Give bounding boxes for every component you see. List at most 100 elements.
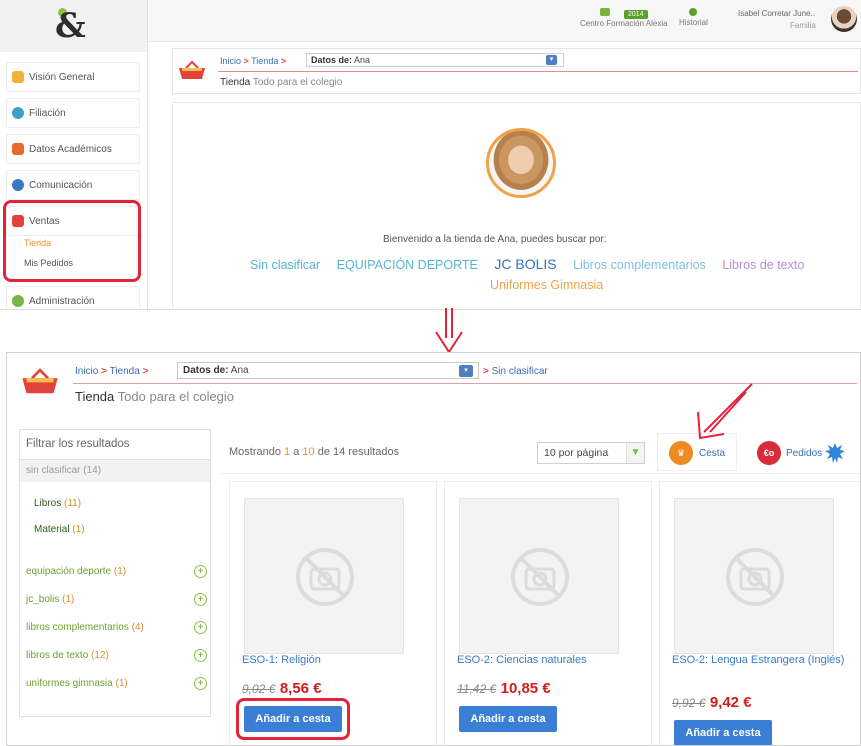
year-badge: 2014: [624, 10, 648, 19]
breadcrumb-tienda[interactable]: Tienda: [110, 366, 140, 377]
historial-button[interactable]: Historial: [679, 8, 708, 27]
results-suffix: resultados: [348, 446, 400, 458]
sidebar-item-label: Visión General: [29, 72, 95, 83]
expand-plus-icon[interactable]: +: [194, 649, 207, 662]
category-link-sin-clasificar[interactable]: Sin clasificar: [250, 258, 320, 272]
sidebar-item-label: Filiación: [29, 108, 66, 119]
filter-category-libros-de-texto[interactable]: libros de texto (12): [26, 650, 109, 661]
down-arrow-icon: [435, 308, 463, 354]
product-image-placeholder[interactable]: [459, 498, 619, 654]
datos-label: Datos de:: [183, 365, 229, 376]
datos-de-select[interactable]: Datos de: Ana: [177, 362, 479, 379]
filter-sub-label: Material: [34, 524, 70, 535]
select-arrow-icon[interactable]: ▾: [459, 365, 473, 377]
expand-plus-icon[interactable]: +: [194, 621, 207, 634]
filter-category-label: libros de texto: [26, 650, 89, 661]
filter-sub-label: Libros: [34, 498, 62, 509]
filter-category-uniformes-gimnasia[interactable]: uniformes gimnasia (1): [26, 678, 128, 689]
filter-count: (1): [113, 566, 127, 577]
no-photo-icon: [511, 548, 569, 606]
expand-plus-icon[interactable]: +: [194, 593, 207, 606]
breadcrumb: Inicio > Tienda >: [75, 366, 148, 377]
sidebar-item-label: Comunicación: [29, 180, 93, 191]
filter-sub-material[interactable]: Material (1): [34, 524, 85, 535]
filter-count: (1): [72, 524, 85, 535]
home-icon: [12, 71, 24, 83]
per-page-value: 10 por página: [544, 447, 609, 459]
breadcrumb-inicio[interactable]: Inicio: [220, 56, 241, 66]
category-link-libros-complementarios[interactable]: Libros complementarios: [573, 258, 706, 272]
breadcrumb-separator: >: [101, 366, 107, 377]
centro-button[interactable]: 2014 Centro Formación Alexia: [580, 8, 668, 28]
category-link-uniformes-gimnasia[interactable]: Uniformes Gimnasia: [490, 278, 603, 292]
page-subtitle: Todo para el colegio: [117, 389, 235, 404]
sidebar-item-datos-academicos[interactable]: Datos Académicos: [6, 134, 140, 164]
product-price: 9,92 € 9,42 €: [672, 694, 752, 712]
user-name[interactable]: Isabel Corretar June..: [738, 9, 815, 18]
filter-category-equipacion-deporte[interactable]: equipación deporte (1): [26, 566, 126, 577]
expand-plus-icon[interactable]: +: [194, 677, 207, 690]
filter-panel: Filtrar los resultados sin clasificar (1…: [19, 429, 211, 717]
top-screenshot: & 2014 Centro Formación Alexia Historial…: [0, 0, 861, 310]
filter-category-libros-complementarios[interactable]: libros complementarios (4): [26, 622, 144, 633]
basket-icon: [179, 60, 205, 79]
top-toolbar: [148, 0, 861, 42]
product-title[interactable]: ESO-2: Ciencias naturales: [457, 654, 647, 666]
old-price: 11,42 €: [457, 682, 497, 696]
filter-sin-clasificar[interactable]: sin clasificar (14): [20, 460, 210, 482]
expand-plus-icon[interactable]: +: [194, 565, 207, 578]
add-to-cart-button[interactable]: Añadir a cesta: [674, 720, 772, 745]
results-to: 10: [302, 446, 315, 458]
datos-value: Ana: [354, 55, 371, 65]
category-link-libros-de-texto[interactable]: Libros de texto: [722, 258, 804, 272]
logo[interactable]: &: [55, 6, 86, 46]
breadcrumb: Inicio > Tienda >: [220, 56, 286, 66]
graduation-cap-icon: [12, 143, 24, 155]
product-card: ESO-2: Ciencias naturales 11,42 € 10,85 …: [444, 481, 652, 745]
datos-value: Ana: [230, 365, 249, 376]
sidebar-item-vision-general[interactable]: Visión General: [6, 62, 140, 92]
product-price: 11,42 € 10,85 €: [457, 680, 551, 698]
filter-sub-libros[interactable]: Libros (11): [34, 498, 81, 509]
add-to-cart-button[interactable]: Añadir a cesta: [459, 706, 557, 732]
filter-count: (1): [62, 594, 75, 605]
pending-badge-icon: [825, 443, 845, 463]
product-image-placeholder[interactable]: [674, 498, 834, 654]
category-link-jc-bolis[interactable]: JC BOLIS: [494, 256, 556, 272]
old-price: 9,92 €: [672, 696, 706, 710]
pedidos-button[interactable]: €o: [757, 441, 781, 465]
datos-de-select[interactable]: Datos de: Ana: [306, 53, 564, 67]
select-arrow-icon[interactable]: ▾: [546, 55, 557, 65]
results-prefix: Mostrando: [229, 446, 281, 458]
product-title[interactable]: ESO-1: Religión: [242, 654, 432, 666]
old-price: 9,02 €: [242, 682, 276, 696]
user-avatar[interactable]: [831, 6, 857, 32]
pedidos-label[interactable]: Pedidos: [786, 448, 822, 459]
filter-count: (11): [64, 498, 82, 509]
page-title-text: Tienda: [220, 77, 251, 88]
new-price: 9,42 €: [709, 694, 752, 711]
sidebar-item-filiacion[interactable]: Filiación: [6, 98, 140, 128]
results-total: 14: [333, 446, 346, 458]
product-image-placeholder[interactable]: [244, 498, 404, 654]
breadcrumb-separator: >: [280, 56, 287, 66]
category-link-equipacion-deporte[interactable]: EQUIPACIÓN DEPORTE: [337, 258, 478, 272]
datos-label: Datos de:: [311, 55, 353, 65]
school-icon: [600, 8, 610, 16]
sidebar-item-label: Administración: [29, 296, 95, 307]
filter-category-jc-bolis[interactable]: jc_bolis (1): [26, 594, 74, 605]
chevron-down-icon[interactable]: ▼: [626, 443, 644, 463]
page-subtitle: Todo para el colegio: [252, 77, 343, 88]
breadcrumb-sin-clasificar[interactable]: Sin clasificar: [492, 366, 548, 377]
sidebar-item-administracion[interactable]: Administración: [6, 286, 140, 309]
sidebar-item-comunicacion[interactable]: Comunicación: [6, 170, 140, 200]
profile-icon: [12, 107, 24, 119]
page-title: Tienda Todo para el colegio: [220, 77, 342, 88]
results-a: a: [293, 446, 300, 458]
filter-category-label: libros complementarios: [26, 622, 129, 633]
product-title[interactable]: ESO-2: Lengua Estrangera (Inglés): [672, 654, 848, 667]
product-price: 9,02 € 8,56 €: [242, 680, 322, 698]
breadcrumb-inicio[interactable]: Inicio: [75, 366, 98, 377]
filter-category-label: jc_bolis: [26, 594, 60, 605]
breadcrumb-tienda[interactable]: Tienda: [251, 56, 278, 66]
